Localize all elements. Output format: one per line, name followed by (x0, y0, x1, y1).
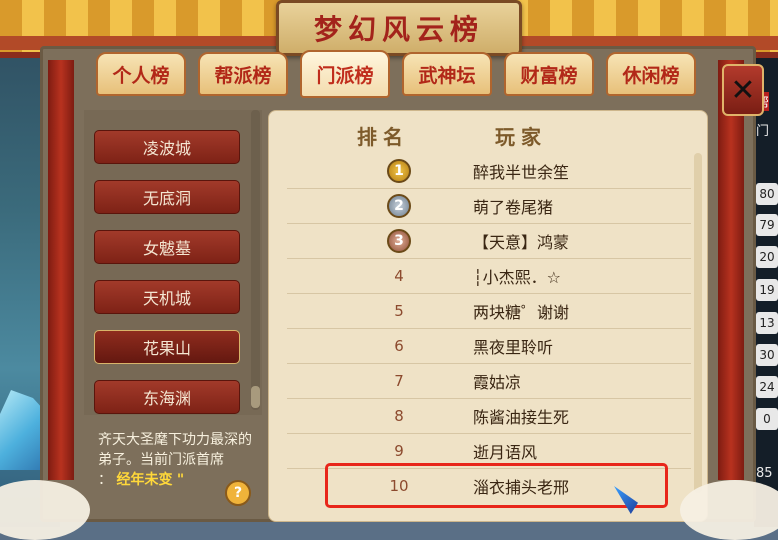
player-name: 陈酱油接生死 (473, 407, 570, 427)
table-row[interactable]: 6 黑夜里聆听 (287, 328, 691, 364)
player-name: 霞姑凉 (473, 372, 522, 392)
tab-bar: 个人榜 帮派榜 门派榜 武神坛 财富榜 休闲榜 (96, 50, 700, 98)
table-row[interactable]: 2 萌了卷尾猪 (287, 188, 691, 224)
faction-scrollbar[interactable] (251, 110, 260, 410)
table-row[interactable]: 3 【天意】鸿蒙 (287, 223, 691, 259)
side-value: 85 (756, 466, 773, 481)
description-colon: ： (98, 472, 112, 488)
side-value: 24 (756, 376, 778, 398)
ranking-header: 排名 玩家 (269, 111, 707, 155)
bronze-medal-icon: 3 (387, 228, 411, 253)
pillar-left (48, 60, 74, 480)
player-name: 两块糖゜谢谢 (473, 302, 570, 322)
player-name: 【天意】鸿蒙 (473, 232, 570, 252)
side-value: 13 (756, 312, 778, 334)
tab-war-god[interactable]: 武神坛 (402, 52, 492, 96)
player-name: 黑夜里聆听 (473, 337, 554, 357)
title-plaque: 梦幻风云榜 (276, 0, 522, 56)
silver-medal-icon: 2 (387, 193, 411, 218)
side-value: 0 (756, 408, 778, 430)
highlight-box (325, 463, 668, 508)
ranking-panel: 排名 玩家 1 醉我半世余笙 2 萌了卷尾猪 3 【天意】鸿蒙 4 ┆小杰熙．☆… (268, 110, 708, 522)
description-suffix: " (176, 472, 185, 488)
tab-faction[interactable]: 门派榜 (300, 50, 390, 98)
pillar-right (718, 60, 744, 480)
ranking-scrollbar[interactable] (694, 153, 702, 493)
faction-item[interactable]: 无底洞 (94, 180, 240, 214)
tab-guild[interactable]: 帮派榜 (198, 52, 288, 96)
question-icon: ? (233, 485, 243, 501)
side-value: 80 (756, 183, 778, 205)
faction-list: 凌波城 无底洞 女魃墓 天机城 花果山 东海渊 (84, 110, 262, 415)
table-row[interactable]: 7 霞姑凉 (287, 363, 691, 399)
faction-item[interactable]: 东海渊 (94, 380, 240, 414)
close-button[interactable]: ✕ (722, 64, 764, 116)
rank-number: 4 (394, 266, 404, 285)
side-label: 门 (756, 124, 770, 139)
side-value: 19 (756, 279, 778, 301)
table-row[interactable]: 4 ┆小杰熙．☆ (287, 258, 691, 294)
rank-number: 5 (394, 301, 404, 320)
table-row[interactable]: 8 陈酱油接生死 (287, 398, 691, 434)
faction-item[interactable]: 凌波城 (94, 130, 240, 164)
side-value: 20 (756, 246, 778, 268)
player-name: 醉我半世余笙 (473, 162, 570, 182)
table-row[interactable]: 5 两块糖゜谢谢 (287, 293, 691, 329)
rank-number: 8 (394, 406, 404, 425)
help-button[interactable]: ? (225, 480, 251, 506)
side-value: 30 (756, 344, 778, 366)
tab-leisure[interactable]: 休闲榜 (606, 52, 696, 96)
faction-item-selected[interactable]: 花果山 (94, 330, 240, 364)
faction-item[interactable]: 女魃墓 (94, 230, 240, 264)
tab-personal[interactable]: 个人榜 (96, 52, 186, 96)
player-name: 萌了卷尾猪 (473, 197, 554, 217)
header-rank: 排名 (357, 125, 409, 149)
side-value: 79 (756, 214, 778, 236)
cloud-decoration (680, 480, 778, 540)
header-player: 玩家 (495, 125, 547, 149)
description-highlight: 经年未变 (116, 472, 173, 488)
gold-medal-icon: 1 (387, 158, 411, 183)
scroll-thumb[interactable] (251, 386, 260, 408)
rank-number: 7 (394, 371, 404, 390)
close-icon: ✕ (730, 72, 756, 108)
player-name: ┆小杰熙．☆ (473, 267, 561, 287)
window-title: 梦幻风云榜 (313, 13, 484, 46)
tab-wealth[interactable]: 财富榜 (504, 52, 594, 96)
table-row[interactable]: 1 醉我半世余笙 (287, 153, 691, 189)
faction-item[interactable]: 天机城 (94, 280, 240, 314)
description-text: 齐天大圣麾下功力最深的弟子。当前门派首席 (98, 432, 252, 468)
rank-number: 6 (394, 336, 404, 355)
